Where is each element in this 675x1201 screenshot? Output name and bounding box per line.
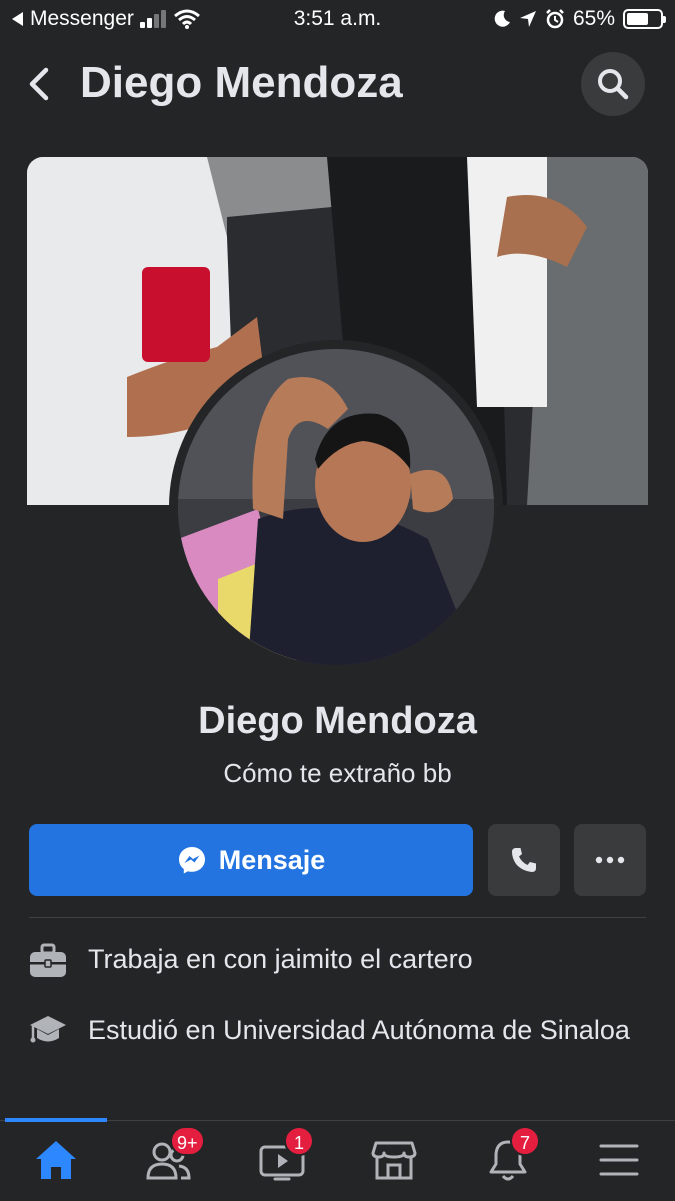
- active-tab-indicator: [5, 1118, 107, 1122]
- chevron-left-icon: [29, 67, 49, 101]
- avatar: [178, 349, 494, 665]
- profile-picture-frame[interactable]: [169, 340, 503, 674]
- graduation-cap-icon: [29, 1014, 67, 1053]
- more-dots-icon: [595, 856, 625, 864]
- message-button-label: Mensaje: [218, 844, 326, 875]
- back-button[interactable]: [22, 64, 56, 104]
- tab-friends[interactable]: 9+: [128, 1126, 208, 1190]
- profile-name: Diego Mendoza: [198, 700, 477, 742]
- battery-percent: 65%: [572, 7, 615, 30]
- messenger-icon: [178, 847, 205, 874]
- call-button[interactable]: [488, 824, 560, 896]
- message-button[interactable]: Mensaje: [29, 824, 473, 896]
- notifications-badge: 7: [510, 1126, 540, 1156]
- tab-menu[interactable]: [579, 1130, 659, 1190]
- info-work: Trabaja en con jaimito el cartero: [29, 941, 649, 984]
- hamburger-menu-icon: [599, 1144, 639, 1176]
- home-icon: [36, 1141, 76, 1179]
- tab-home[interactable]: [16, 1130, 96, 1190]
- moon-icon: [494, 10, 510, 27]
- location-icon: [519, 11, 536, 27]
- search-icon: [598, 69, 629, 100]
- battery-icon: [623, 9, 666, 29]
- watch-badge: 1: [284, 1126, 314, 1156]
- tab-watch[interactable]: 1: [242, 1126, 322, 1190]
- more-options-button[interactable]: [574, 824, 646, 896]
- alarm-icon: [546, 9, 564, 29]
- profile-bio: Cómo te extraño bb: [223, 758, 452, 788]
- avatar-image: [178, 349, 494, 665]
- info-work-text: Trabaja en con jaimito el cartero: [88, 944, 473, 974]
- phone-icon: [512, 848, 536, 872]
- tab-marketplace[interactable]: [354, 1130, 434, 1190]
- divider: [29, 917, 646, 918]
- info-education-text: Estudió en Universidad Autónoma de Sinal…: [88, 1015, 630, 1045]
- profile-header: Diego Mendoza: [0, 50, 675, 120]
- status-right: 65%: [493, 7, 666, 31]
- info-education: Estudió en Universidad Autónoma de Sinal…: [29, 1012, 649, 1053]
- page-title: Diego Mendoza: [80, 58, 403, 107]
- search-button[interactable]: [581, 52, 645, 116]
- tab-notifications[interactable]: 7: [468, 1126, 548, 1190]
- bottom-nav: [0, 1120, 675, 1201]
- status-bar: Messenger 3:51 a.m. 65%: [0, 0, 675, 40]
- marketplace-icon: [371, 1141, 417, 1180]
- briefcase-icon: [29, 943, 67, 984]
- friends-badge: 9+: [170, 1126, 205, 1156]
